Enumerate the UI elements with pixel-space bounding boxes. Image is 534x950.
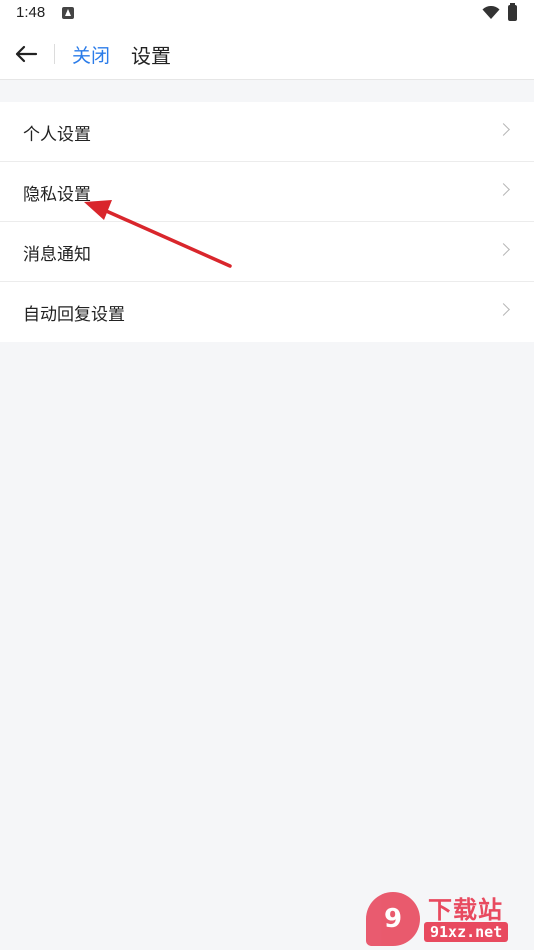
nav-divider bbox=[54, 44, 55, 64]
chevron-right-icon bbox=[497, 303, 510, 316]
chevron-right-icon bbox=[497, 123, 510, 136]
settings-item-notifications[interactable]: 消息通知 bbox=[0, 222, 534, 282]
settings-item-label: 隐私设置 bbox=[23, 185, 91, 205]
status-time: 1:48 bbox=[16, 4, 46, 21]
settings-item-label: 消息通知 bbox=[23, 245, 91, 265]
watermark-logo: 9 下载站 91xz.net bbox=[366, 888, 534, 950]
watermark-badge: 9 bbox=[366, 892, 420, 946]
settings-item-label: 自动回复设置 bbox=[23, 305, 125, 325]
settings-list: 个人设置 隐私设置 消息通知 自动回复设置 bbox=[0, 102, 534, 342]
back-button[interactable] bbox=[10, 38, 42, 70]
chevron-right-icon bbox=[497, 243, 510, 256]
wifi-icon bbox=[482, 6, 500, 19]
android-a-icon bbox=[62, 7, 74, 19]
nav-bar: 关闭 设置 bbox=[0, 28, 534, 80]
settings-item-personal[interactable]: 个人设置 bbox=[0, 102, 534, 162]
settings-item-label: 个人设置 bbox=[23, 125, 91, 145]
page-title: 设置 bbox=[131, 44, 171, 68]
status-bar: 1:48 bbox=[0, 0, 534, 28]
watermark-title: 下载站 bbox=[428, 896, 503, 924]
battery-charging-icon bbox=[508, 3, 517, 21]
chevron-right-icon bbox=[497, 183, 510, 196]
watermark-domain: 91xz.net bbox=[424, 922, 509, 942]
arrow-left-icon bbox=[15, 45, 38, 63]
settings-item-privacy[interactable]: 隐私设置 bbox=[0, 162, 534, 222]
settings-item-auto-reply[interactable]: 自动回复设置 bbox=[0, 282, 534, 342]
close-button[interactable]: 关闭 bbox=[72, 41, 110, 68]
